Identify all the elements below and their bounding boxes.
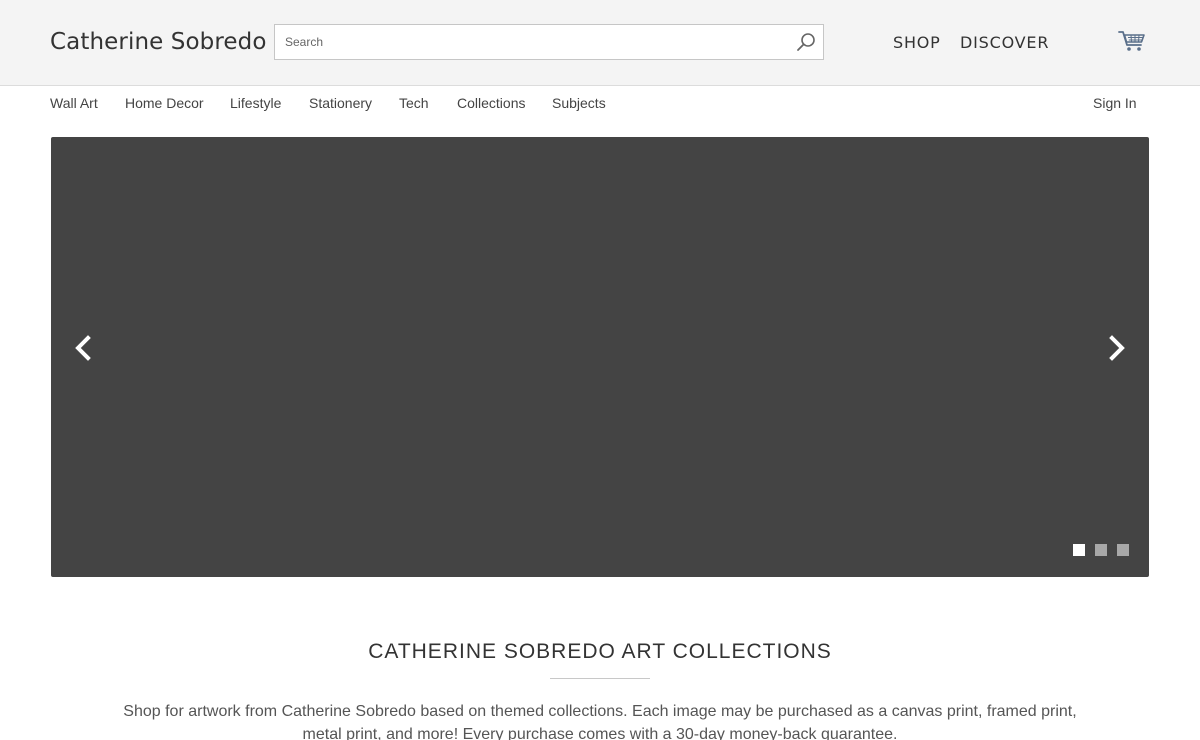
collections-title: CATHERINE SOBREDO ART COLLECTIONS [368,640,832,663]
subnav-subjects[interactable]: Subjects [552,95,606,111]
nav-discover[interactable]: DISCOVER [960,33,1049,52]
category-nav: Wall Art Home Decor Lifestyle Stationery… [0,87,1200,119]
chevron-left-icon[interactable] [69,333,97,363]
sign-in-link[interactable]: Sign In [1093,95,1137,111]
subnav-tech[interactable]: Tech [399,95,429,111]
subnav-lifestyle[interactable]: Lifestyle [230,95,281,111]
brand-logo[interactable]: Catherine Sobredo [50,29,267,55]
search-icon[interactable] [795,31,817,53]
chevron-right-icon[interactable] [1103,333,1131,363]
cart-icon[interactable] [1118,29,1146,53]
title-divider [550,678,650,679]
subnav-collections[interactable]: Collections [457,95,525,111]
hero-carousel[interactable] [51,137,1149,577]
carousel-dot-1[interactable] [1073,544,1085,556]
carousel-indicators [1073,544,1129,556]
top-header: Catherine Sobredo SHOP DISCOVER [0,0,1200,86]
search-input[interactable] [285,25,785,59]
subnav-wall-art[interactable]: Wall Art [50,95,98,111]
carousel-dot-3[interactable] [1117,544,1129,556]
search-box[interactable] [274,24,824,60]
subnav-stationery[interactable]: Stationery [309,95,372,111]
nav-shop[interactable]: SHOP [893,33,941,52]
collections-description: Shop for artwork from Catherine Sobredo … [123,703,1077,740]
carousel-dot-2[interactable] [1095,544,1107,556]
subnav-home-decor[interactable]: Home Decor [125,95,204,111]
